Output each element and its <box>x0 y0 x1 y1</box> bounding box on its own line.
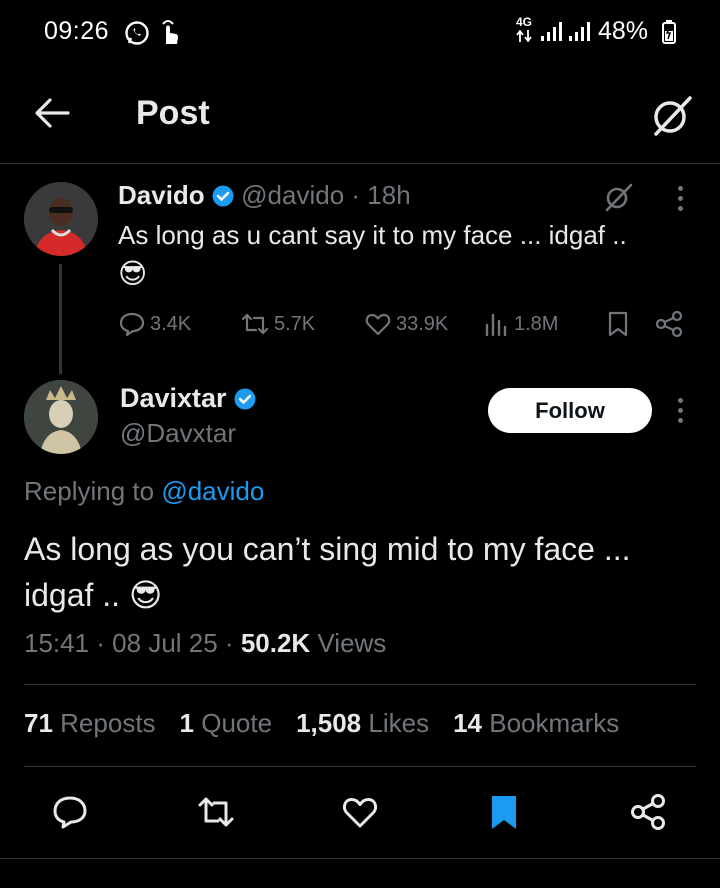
davido-avatar-image <box>24 182 98 256</box>
bookmark-icon[interactable] <box>606 310 630 338</box>
replying-handle-link[interactable]: @davido <box>161 476 264 506</box>
battery-percent: 48% <box>598 17 649 45</box>
whatsapp-icon <box>125 21 149 45</box>
author-handle[interactable]: @Davxtar <box>120 418 236 449</box>
likes-count-link[interactable]: 1,508 Likes <box>296 708 429 739</box>
like-count: 33.9K <box>396 312 449 335</box>
grok-icon[interactable] <box>604 182 634 212</box>
author-name[interactable]: Davixtar <box>120 383 227 413</box>
divider <box>24 766 696 767</box>
reposts-count-link[interactable]: 71 Reposts <box>24 708 156 739</box>
tweet-timestamp: 15:41 · 08 Jul 25 · <box>24 628 241 658</box>
signal-icon <box>541 22 562 41</box>
data-arrows-icon <box>516 30 532 42</box>
follow-button[interactable]: Follow <box>488 388 652 433</box>
network-type: 4G <box>516 15 533 29</box>
signal-icon-2 <box>569 22 590 41</box>
avatar[interactable] <box>24 182 98 256</box>
reply-icon <box>119 312 145 337</box>
views-stat[interactable]: 1.8M <box>484 310 558 338</box>
share-icon[interactable] <box>654 310 684 338</box>
battery-icon <box>662 20 676 44</box>
reply-stat[interactable]: 3.4K <box>118 310 191 338</box>
status-bar: 09:26 4G 48% <box>0 0 720 64</box>
avatar[interactable] <box>24 380 98 454</box>
replying-to: Replying to @davido <box>24 476 264 507</box>
bookmark-icon[interactable] <box>484 792 524 832</box>
heart-icon[interactable] <box>340 792 380 832</box>
bottom-divider <box>0 858 720 859</box>
verified-badge-icon <box>234 388 256 410</box>
author-handle[interactable]: @davido <box>241 180 344 210</box>
tweet-text-line-2: idgaf .. 😎 <box>24 577 163 613</box>
replying-prefix: Replying to <box>24 476 155 506</box>
verified-badge-icon <box>212 185 234 207</box>
views-count: 50.2K <box>240 628 311 658</box>
status-time: 09:26 <box>44 17 110 45</box>
tweet-text: As long as u cant say it to my face ... … <box>118 220 627 250</box>
views-count: 1.8M <box>514 312 559 335</box>
engagement-counts: 71 Reposts 1 Quote 1,508 Likes 14 Bookma… <box>24 708 619 739</box>
page-title: Post <box>136 94 210 132</box>
parent-tweet[interactable]: Davido @davido · 18h As long as u cant s… <box>0 164 720 374</box>
share-icon[interactable] <box>628 792 668 832</box>
top-header: Post <box>0 64 720 164</box>
reply-icon[interactable] <box>50 792 90 832</box>
divider <box>24 684 696 685</box>
heart-icon <box>365 313 391 336</box>
views-label: Views <box>310 628 387 658</box>
tweet-emoji: 😎 <box>128 577 163 613</box>
more-options-icon[interactable] <box>678 398 683 423</box>
main-tweet-author: Davixtar <box>120 383 256 414</box>
views-icon <box>485 313 507 337</box>
more-options-icon[interactable] <box>678 186 683 211</box>
like-stat[interactable]: 33.9K <box>364 310 448 338</box>
parent-tweet-header: Davido @davido · 18h <box>118 180 411 211</box>
bookmarks-count-link[interactable]: 14 Bookmarks <box>453 708 619 739</box>
repost-icon[interactable] <box>196 792 236 832</box>
author-name[interactable]: Davido <box>118 180 205 210</box>
thread-connector <box>59 264 62 374</box>
davixtar-avatar-image <box>24 380 98 454</box>
repost-stat[interactable]: 5.7K <box>240 310 315 338</box>
tweet-meta: 15:41 · 08 Jul 25 · 50.2K Views <box>24 628 386 659</box>
tweet-emoji: 😎 <box>118 258 148 289</box>
reply-count: 3.4K <box>150 312 192 335</box>
main-tweet-text: As long as you can’t sing mid to my face… <box>24 526 631 618</box>
repost-icon <box>241 313 269 335</box>
quotes-count-link[interactable]: 1 Quote <box>180 708 273 739</box>
touch-icon <box>162 20 178 44</box>
tweet-age: · 18h <box>351 180 411 210</box>
repost-count: 5.7K <box>274 312 316 335</box>
tweet-text-line-1: As long as you can’t sing mid to my face… <box>24 531 631 567</box>
back-arrow-icon[interactable] <box>34 96 70 130</box>
grok-icon[interactable] <box>650 94 694 138</box>
